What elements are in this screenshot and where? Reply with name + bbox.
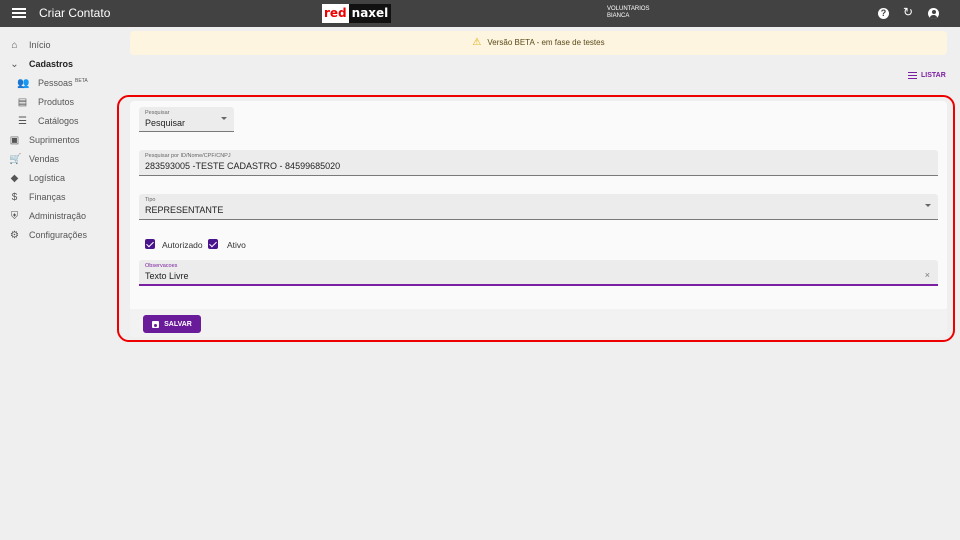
save-icon	[152, 320, 160, 328]
account-icon[interactable]	[928, 8, 939, 19]
people-icon: 👥	[17, 77, 30, 89]
dropdown-arrow-icon	[925, 204, 931, 207]
briefcase-icon: ▣	[9, 134, 20, 146]
app-bar: Criar Contato red naxel VOLUNTARIOS BIAN…	[0, 0, 960, 27]
dollar-icon: $	[11, 191, 18, 203]
list-icon	[908, 72, 917, 79]
help-icon[interactable]: ?	[878, 8, 889, 19]
refresh-icon[interactable]: ↻	[903, 6, 914, 18]
sidebar-item-catalogos[interactable]: ☰ Catálogos	[0, 112, 118, 130]
chevron-down-icon: ⌄	[10, 58, 19, 70]
sidebar-item-vendas[interactable]: 🛒 Vendas	[0, 150, 118, 168]
cart-icon: 🛒	[9, 153, 22, 165]
user-org: VOLUNTARIOS	[607, 6, 650, 12]
menu-icon[interactable]	[12, 6, 26, 20]
autorizado-label: Autorizado	[162, 240, 203, 250]
shield-icon: ⛨	[10, 210, 19, 222]
sidebar-item-produtos[interactable]: ▤ Produtos	[0, 93, 118, 111]
sidebar-item-inicio[interactable]: ⌂ Início	[0, 36, 118, 54]
home-icon: ⌂	[11, 39, 18, 51]
dropdown-arrow-icon	[221, 117, 227, 120]
pesquisar-select[interactable]: Pesquisar Pesquisar	[139, 107, 234, 132]
listar-label: LISTAR	[921, 72, 946, 79]
save-label: SALVAR	[164, 320, 192, 328]
beta-banner: ⚠ Versão BETA - em fase de testes	[130, 31, 947, 55]
tipo-select[interactable]: Tipo REPRESENTANTE	[139, 194, 938, 220]
directions-icon: ◆	[10, 172, 19, 184]
save-button[interactable]: SALVAR	[143, 315, 201, 333]
gear-icon: ⚙	[10, 229, 19, 241]
user-name: BIANCA	[607, 13, 630, 19]
form-footer	[130, 309, 947, 337]
beta-banner-text: Versão BETA - em fase de testes	[487, 38, 605, 47]
sidebar-item-configuracoes[interactable]: ⚙ Configurações	[0, 226, 118, 244]
list-icon: ☰	[18, 115, 27, 127]
brand-logo: red naxel	[322, 4, 392, 23]
product-icon: ▤	[17, 96, 28, 108]
observacoes-field[interactable]: Observacoes Texto Livre ×	[139, 260, 938, 286]
ativo-label: Ativo	[227, 240, 246, 250]
ativo-checkbox[interactable]	[208, 239, 218, 249]
sidebar-item-administracao[interactable]: ⛨ Administração	[0, 207, 118, 225]
listar-button[interactable]: LISTAR	[908, 72, 946, 79]
sidebar-item-suprimentos[interactable]: ▣ Suprimentos	[0, 131, 118, 149]
search-input[interactable]: Pesquisar por ID/Nome/CPF/CNPJ 283593005…	[139, 150, 938, 176]
page-title: Criar Contato	[39, 6, 111, 20]
user-info: VOLUNTARIOS BIANCA	[607, 6, 650, 20]
sidebar-item-cadastros[interactable]: ⌄ Cadastros	[0, 55, 118, 73]
sidebar-item-financas[interactable]: $ Finanças	[0, 188, 118, 206]
warning-icon: ⚠	[472, 37, 482, 48]
autorizado-checkbox[interactable]	[145, 239, 155, 249]
sidebar-item-logistica[interactable]: ◆ Logística	[0, 169, 118, 187]
sidebar-item-pessoas[interactable]: 👥 Pessoas BETA	[0, 74, 118, 92]
clear-icon[interactable]: ×	[925, 270, 930, 280]
